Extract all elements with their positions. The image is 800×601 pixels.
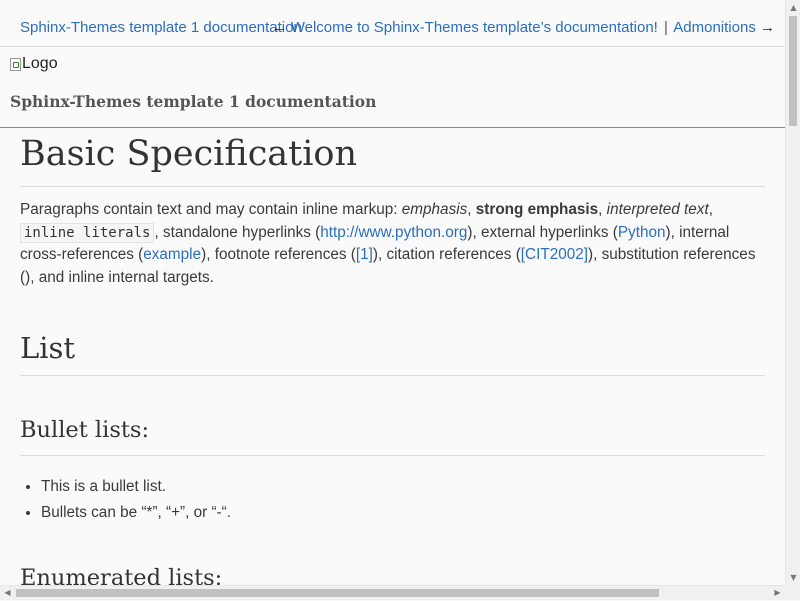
page-title: Basic Specification (20, 130, 765, 187)
section-heading-bullets: Bullet lists: (20, 414, 765, 456)
prev-arrow-icon: ← (271, 19, 287, 36)
citation-link[interactable]: [CIT2002] (521, 246, 588, 263)
python-org-link[interactable]: http://www.python.org (320, 224, 467, 241)
emphasis-text: emphasis (401, 201, 468, 218)
home-link[interactable]: Sphinx-Themes template 1 documentation (20, 19, 302, 36)
interpreted-text: interpreted text (606, 201, 709, 218)
scroll-right-icon[interactable]: ▶ (770, 586, 785, 601)
text: ), footnote references ( (201, 246, 356, 263)
section-heading-list: List (20, 328, 765, 376)
scroll-up-icon[interactable]: ▲ (786, 0, 800, 15)
prev-link[interactable]: Welcome to Sphinx-Themes template’s docu… (291, 19, 658, 36)
list-item: This is a bullet list. (41, 474, 231, 500)
text: , (598, 201, 607, 218)
footnote-link[interactable]: [1] (356, 246, 373, 263)
top-navigation: Sphinx-Themes template 1 documentation ←… (0, 0, 785, 47)
text: Paragraphs contain text and may contain … (20, 201, 402, 218)
intro-paragraph: Paragraphs contain text and may contain … (20, 199, 765, 289)
scroll-down-icon[interactable]: ▼ (786, 570, 800, 585)
vertical-scrollbar[interactable]: ▲ ▼ (785, 0, 800, 585)
list-item: Bullets can be “*”, “+”, or “-“. (41, 500, 231, 526)
horizontal-scrollbar[interactable]: ◀ ▶ (0, 585, 785, 600)
vertical-scroll-thumb[interactable] (789, 16, 797, 126)
broken-image-icon (10, 57, 21, 71)
header: Logo Sphinx-Themes template 1 documentat… (0, 47, 785, 128)
section-heading-enumerated: Enumerated lists: (20, 565, 223, 586)
text: , standalone hyperlinks ( (154, 223, 321, 241)
next-link[interactable]: Admonitions (673, 19, 756, 36)
bullet-list: This is a bullet list. Bullets can be “*… (20, 474, 231, 526)
logo-link[interactable]: Logo (10, 55, 58, 73)
scroll-left-icon[interactable]: ◀ (0, 586, 15, 601)
site-title: Sphinx-Themes template 1 documentation (10, 92, 377, 111)
related-links: ← Welcome to Sphinx-Themes template’s do… (272, 19, 775, 36)
main-content: Basic Specification Paragraphs contain t… (20, 128, 765, 586)
strong-text: strong emphasis (475, 201, 599, 218)
scrollbar-corner (785, 585, 800, 600)
nav-separator: | (664, 19, 668, 36)
text: ), citation references ( (372, 246, 521, 263)
text: ), external hyperlinks ( (467, 223, 618, 241)
inline-literal: inline literals (20, 222, 155, 243)
text: , (708, 201, 713, 218)
logo-alt-text: Logo (22, 55, 58, 72)
text: , (467, 201, 476, 218)
horizontal-scroll-thumb[interactable] (16, 589, 659, 597)
next-arrow-icon: → (760, 19, 775, 36)
example-link[interactable]: example (143, 246, 201, 263)
python-link[interactable]: Python (618, 224, 666, 241)
